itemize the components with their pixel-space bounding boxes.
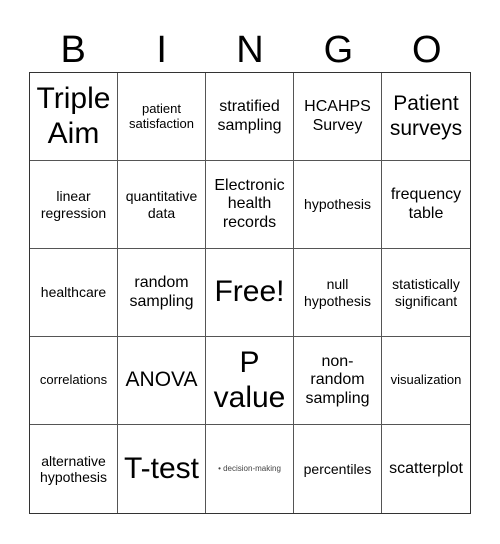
bingo-cell[interactable]: random sampling <box>118 249 206 337</box>
cell-text: visualization <box>390 372 462 388</box>
cell-text: percentiles <box>303 460 372 477</box>
bingo-cell[interactable]: frequency table <box>382 161 470 249</box>
bingo-cell[interactable]: patient satisfaction <box>118 73 206 161</box>
bingo-cell[interactable]: healthcare <box>30 249 118 337</box>
free-space-cell[interactable]: Free! <box>206 249 294 337</box>
cell-text: hypothesis <box>304 196 371 213</box>
bingo-cell[interactable]: stratified sampling <box>206 73 294 161</box>
cell-text: scatterplot <box>389 459 463 477</box>
cell-text: statistically significant <box>392 276 460 309</box>
header-letter-n: N <box>236 29 264 71</box>
cell-text: Patient surveys <box>389 92 463 140</box>
cell-text: healthcare <box>40 284 107 301</box>
bingo-cell[interactable]: correlations <box>30 337 118 425</box>
cell-text: HCAHPS Survey <box>304 98 371 134</box>
bingo-grid: Triple Aim patient satisfaction stratifi… <box>29 72 471 514</box>
bingo-cell[interactable]: Patient surveys <box>382 73 470 161</box>
bingo-header: B I N G O <box>29 28 471 72</box>
bingo-cell[interactable]: P value <box>206 337 294 425</box>
bingo-cell[interactable]: hypothesis <box>294 161 382 249</box>
bingo-cell[interactable]: scatterplot <box>382 425 470 513</box>
cell-text: frequency table <box>390 186 462 222</box>
cell-text: quantitative data <box>125 188 198 221</box>
bingo-cell[interactable]: null hypothesis <box>294 249 382 337</box>
cell-text: Free! <box>214 275 285 309</box>
cell-text: correlations <box>39 372 108 388</box>
bingo-cell[interactable]: ANOVA <box>118 337 206 425</box>
cell-text: • decision-making <box>218 464 281 474</box>
header-letter-o: O <box>412 29 442 71</box>
bingo-cell[interactable]: quantitative data <box>118 161 206 249</box>
bingo-cell[interactable]: statistically significant <box>382 249 470 337</box>
bingo-cell[interactable]: Triple Aim <box>30 73 118 161</box>
cell-text: P value <box>213 346 286 414</box>
cell-text: T-test <box>123 451 199 485</box>
header-letter-i: I <box>156 29 167 71</box>
cell-text: Electronic health records <box>214 176 285 231</box>
cell-text: random sampling <box>129 274 194 310</box>
cell-text: patient satisfaction <box>128 100 195 131</box>
bingo-cell[interactable]: • decision-making <box>206 425 294 513</box>
cell-text: linear regression <box>40 188 107 221</box>
cell-text: Triple Aim <box>36 82 111 150</box>
bingo-cell[interactable]: alternative hypothesis <box>30 425 118 513</box>
bingo-cell[interactable]: non-random sampling <box>294 337 382 425</box>
header-letter-g: G <box>323 29 354 71</box>
bingo-cell[interactable]: Electronic health records <box>206 161 294 249</box>
cell-text: null hypothesis <box>304 276 371 309</box>
bingo-cell[interactable]: linear regression <box>30 161 118 249</box>
cell-text: stratified sampling <box>217 98 282 134</box>
bingo-cell[interactable]: T-test <box>118 425 206 513</box>
cell-text: ANOVA <box>125 368 198 392</box>
bingo-cell[interactable]: percentiles <box>294 425 382 513</box>
cell-text: non-random sampling <box>305 352 370 407</box>
bingo-cell[interactable]: HCAHPS Survey <box>294 73 382 161</box>
cell-text: alternative hypothesis <box>40 452 107 485</box>
bingo-cell[interactable]: visualization <box>382 337 470 425</box>
header-letter-b: B <box>60 29 86 71</box>
